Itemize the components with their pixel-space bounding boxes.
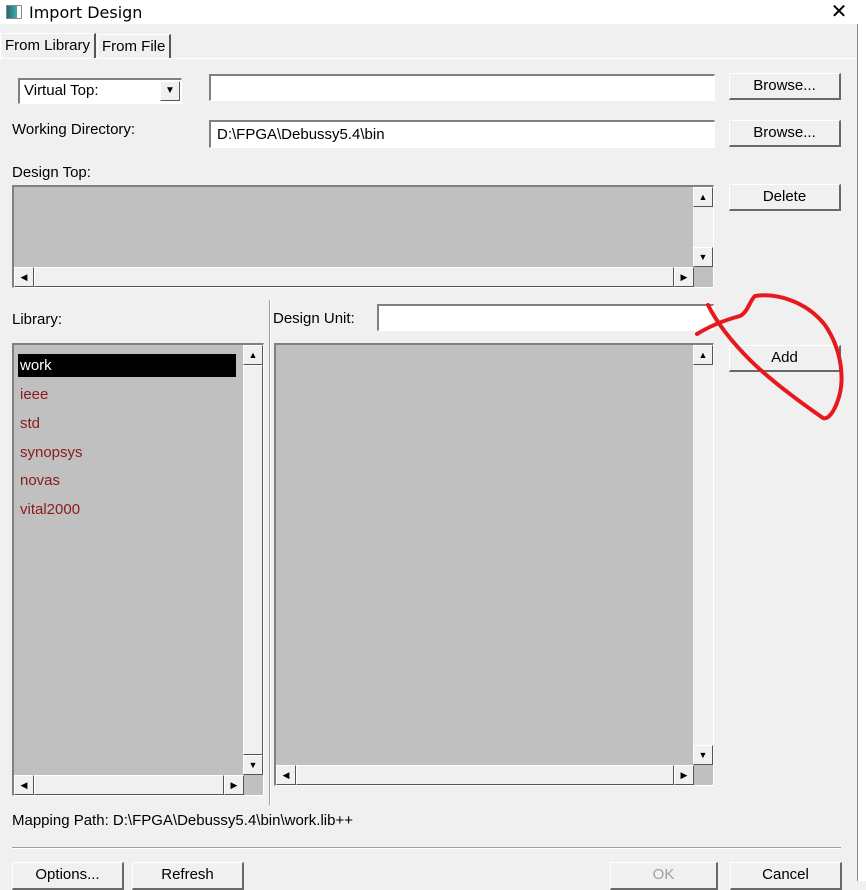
annotation-stroke (695, 293, 844, 421)
red-annotation-circle (695, 293, 844, 421)
